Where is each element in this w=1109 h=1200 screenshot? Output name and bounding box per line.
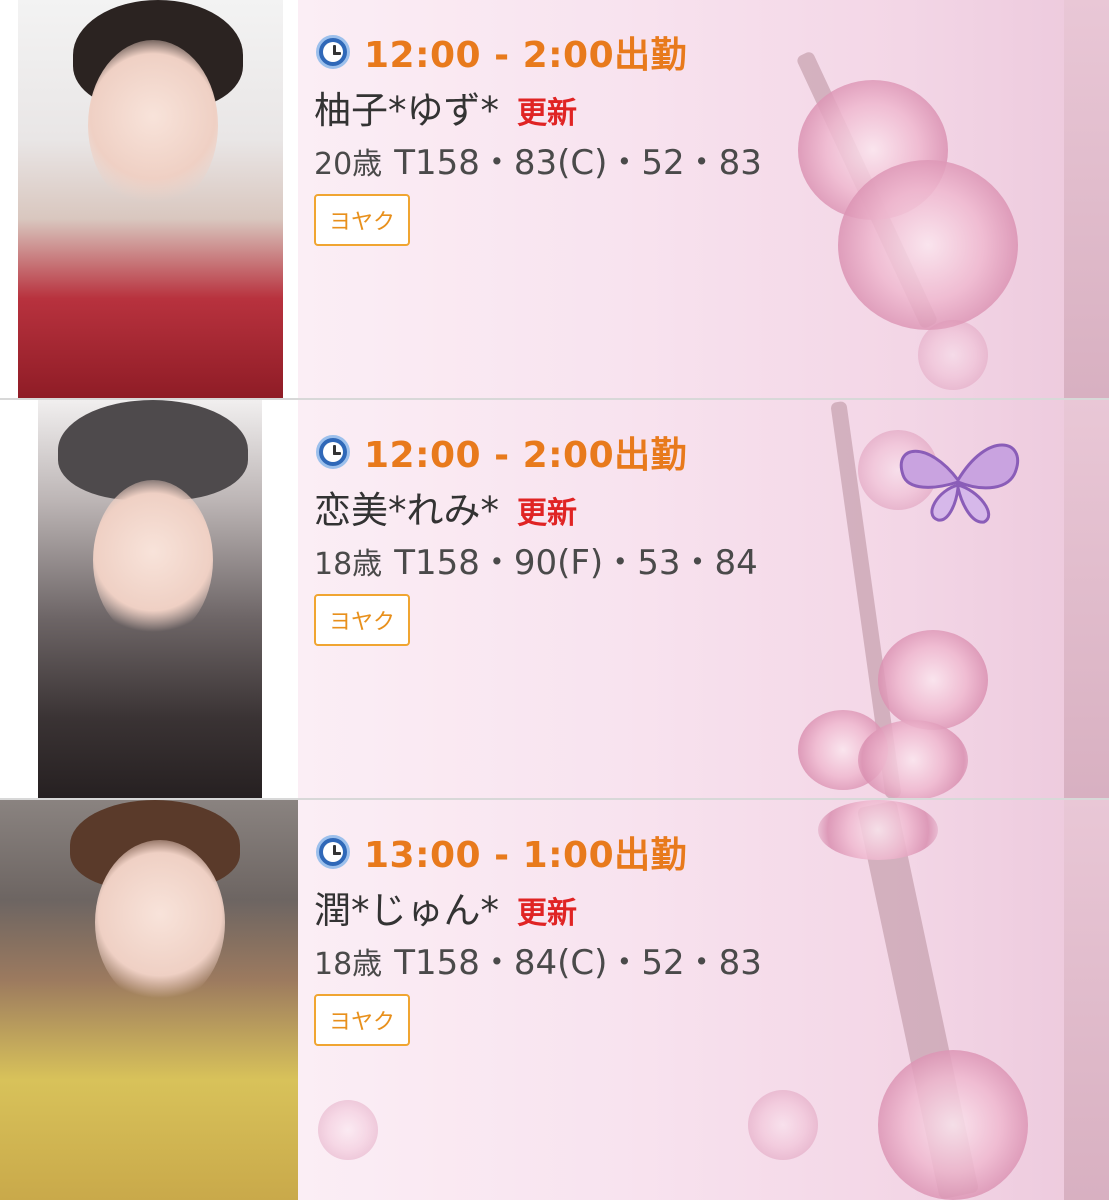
profile-age: 20歳 [314,147,383,182]
profile-name[interactable]: 恋美*れみ* [314,480,499,534]
card-info: 12:00 - 2:00出勤 柚子*ゆず* 更新 20歳 T158・83(C)・5… [298,0,1109,398]
reserve-button[interactable]: ヨヤク [314,994,410,1046]
edge-decoration [1064,0,1109,398]
update-badge: 更新 [517,496,577,531]
photo-area [0,0,298,398]
shift-time-row: 13:00 - 1:00出勤 [316,826,687,878]
photo-area [0,800,298,1200]
profile-measurements: T158・90(F)・53・84 [394,543,758,583]
butterfly-icon [899,443,1020,524]
photo-face-blurred [88,40,218,210]
card-info: 13:00 - 1:00出勤 潤*じゅん* 更新 18歳 T158・84(C)・5… [298,800,1109,1200]
schedule-card[interactable]: 13:00 - 1:00出勤 潤*じゅん* 更新 18歳 T158・84(C)・5… [0,800,1109,1200]
name-row: 潤*じゅん* 更新 [314,880,577,934]
profile-photo[interactable] [38,400,262,798]
shift-time-row: 12:00 - 2:00出勤 [316,426,687,478]
reserve-button[interactable]: ヨヤク [314,194,410,246]
blossom-decoration [918,320,988,390]
blossom-decoration [858,720,968,798]
blossom-decoration [748,1090,818,1160]
profile-photo[interactable] [0,800,298,1200]
profile-stats: 18歳 T158・84(C)・52・83 [314,935,762,984]
name-row: 恋美*れみ* 更新 [314,480,577,534]
profile-age: 18歳 [314,947,383,982]
shift-time: 13:00 - 1:00出勤 [364,835,688,876]
profile-photo[interactable] [18,0,283,398]
clock-icon [316,35,350,69]
profile-measurements: T158・84(C)・52・83 [394,943,762,983]
blossom-decoration [818,800,938,860]
photo-face-blurred [93,480,213,640]
blossom-decoration [838,160,1018,330]
schedule-card[interactable]: 12:00 - 2:00出勤 恋美*れみ* 更新 18歳 T158・90(F)・5… [0,400,1109,800]
shift-time-row: 12:00 - 2:00出勤 [316,26,687,78]
blossom-decoration [878,1050,1028,1200]
shift-time: 12:00 - 2:00出勤 [364,435,688,476]
edge-decoration [1064,400,1109,798]
profile-stats: 20歳 T158・83(C)・52・83 [314,135,762,184]
clock-icon [316,835,350,869]
photo-face-blurred [95,840,225,1005]
blossom-decoration [318,1100,378,1160]
schedule-card[interactable]: 12:00 - 2:00出勤 柚子*ゆず* 更新 20歳 T158・83(C)・5… [0,0,1109,400]
update-badge: 更新 [517,896,577,931]
reserve-button[interactable]: ヨヤク [314,594,410,646]
profile-name[interactable]: 潤*じゅん* [314,880,499,934]
shift-time: 12:00 - 2:00出勤 [364,35,688,76]
clock-icon [316,435,350,469]
profile-age: 18歳 [314,547,383,582]
edge-decoration [1064,800,1109,1200]
profile-stats: 18歳 T158・90(F)・53・84 [314,535,758,584]
blossom-decoration [878,630,988,730]
card-info: 12:00 - 2:00出勤 恋美*れみ* 更新 18歳 T158・90(F)・5… [298,400,1109,798]
name-row: 柚子*ゆず* 更新 [314,80,577,134]
profile-measurements: T158・83(C)・52・83 [394,143,762,183]
update-badge: 更新 [517,96,577,131]
profile-name[interactable]: 柚子*ゆず* [314,80,499,134]
photo-area [0,400,298,798]
